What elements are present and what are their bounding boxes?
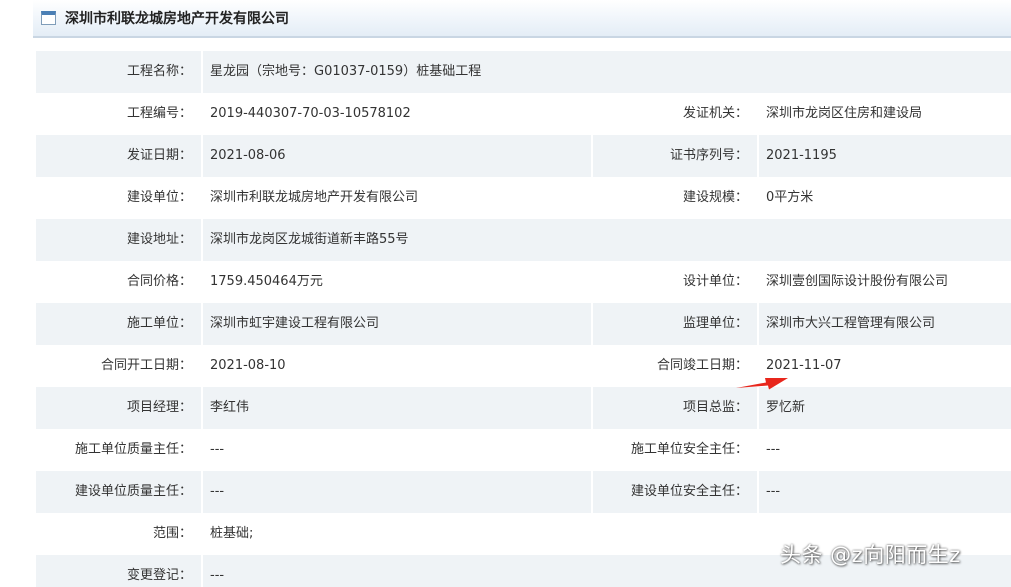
field-value: ---	[210, 484, 225, 499]
field-value: ---	[766, 484, 781, 499]
field-label: 施工单位安全主任：	[630, 442, 748, 457]
field-label: 合同开工日期：	[100, 358, 192, 373]
cell-divider	[201, 471, 203, 513]
table-row: 工程编号： 2019-440307-70-03-10578102 发证机关： 深圳市龙…	[36, 93, 1011, 135]
watermark: 头条 @z向阳而生z	[780, 543, 961, 567]
table-row: 合同价格： 1759.450464万元 设计单位： 深圳壹创国际设计股份有限公司	[36, 261, 1011, 303]
table-row: 建设单位质量主任： --- 建设单位安全主任： ---	[36, 471, 1011, 513]
field-label: 监理单位：	[682, 316, 748, 331]
field-label: 项目经理：	[126, 400, 192, 415]
field-label: 范围：	[152, 526, 192, 541]
cell-divider	[757, 135, 759, 177]
field-label	[592, 219, 748, 261]
table-row: 施工单位： 深圳市虹宇建设工程有限公司 监理单位： 深圳市大兴工程管理有限公司	[36, 303, 1011, 345]
cell-divider	[201, 135, 203, 177]
field-label: 变更登记：	[126, 568, 192, 583]
field-label: 合同竣工日期：	[656, 358, 748, 373]
cell-divider	[201, 387, 203, 429]
field-value: ---	[210, 568, 225, 583]
field-value: 深圳壹创国际设计股份有限公司	[766, 274, 949, 289]
project-info-table: 工程名称： 星龙园（宗地号：G01037-0159）桩基础工程工程编号： 2019-…	[36, 51, 1011, 587]
table-row: 工程名称： 星龙园（宗地号：G01037-0159）桩基础工程	[36, 51, 1011, 93]
field-label: 建设单位：	[126, 190, 192, 205]
field-label: 施工单位：	[126, 316, 192, 331]
field-label: 建设单位质量主任：	[74, 484, 192, 499]
field-value: 2021-08-06	[210, 148, 286, 163]
field-label: 证书序列号：	[669, 148, 748, 163]
company-title: 深圳市利联龙城房地产开发有限公司	[65, 11, 289, 27]
field-value: ---	[766, 442, 781, 457]
field-value: 星龙园（宗地号：G01037-0159）桩基础工程	[210, 64, 482, 79]
field-value: 桩基础;	[210, 526, 254, 541]
page-header: 深圳市利联龙城房地产开发有限公司	[33, 0, 1011, 38]
table-row: 建设单位： 深圳市利联龙城房地产开发有限公司 建设规模： 0平方米	[36, 177, 1011, 219]
field-value: 2019-440307-70-03-10578102	[210, 106, 411, 121]
table-row: 建设地址： 深圳市龙岗区龙城街道新丰路55号	[36, 219, 1011, 261]
red-arrow-icon	[736, 378, 788, 390]
field-label: 建设单位安全主任：	[630, 484, 748, 499]
cell-divider	[757, 471, 759, 513]
table-row: 项目经理： 李红伟 项目总监： 罗忆新	[36, 387, 1011, 429]
field-label: 发证日期：	[126, 148, 192, 163]
field-value: 深圳市虹宇建设工程有限公司	[210, 316, 380, 331]
cell-divider	[201, 51, 203, 93]
field-value: 深圳市利联龙城房地产开发有限公司	[210, 190, 419, 205]
cell-divider	[757, 303, 759, 345]
cell-divider	[201, 555, 203, 587]
field-value: 罗忆新	[766, 400, 806, 415]
field-value: 深圳市龙岗区住房和建设局	[766, 106, 923, 121]
field-value: 2021-1195	[766, 148, 837, 163]
field-label	[592, 513, 748, 555]
cell-divider	[201, 303, 203, 345]
field-value: 2021-08-10	[210, 358, 286, 373]
field-label	[592, 555, 748, 587]
field-label	[592, 51, 748, 93]
cell-divider	[201, 219, 203, 261]
field-label: 发证机关：	[682, 106, 748, 121]
field-value: 李红伟	[210, 400, 250, 415]
window-icon	[41, 11, 56, 25]
field-value: 深圳市大兴工程管理有限公司	[766, 316, 936, 331]
field-value: ---	[210, 442, 225, 457]
field-value: 0平方米	[766, 190, 814, 205]
field-label: 工程编号：	[126, 106, 192, 121]
cell-divider	[757, 387, 759, 429]
table-row: 发证日期： 2021-08-06 证书序列号： 2021-1195	[36, 135, 1011, 177]
field-label: 工程名称：	[126, 64, 192, 79]
field-label: 设计单位：	[682, 274, 748, 289]
field-value: 深圳市龙岗区龙城街道新丰路55号	[210, 232, 409, 247]
field-label: 合同价格：	[126, 274, 192, 289]
table-row: 合同开工日期： 2021-08-10 合同竣工日期： 2021-11-07	[36, 345, 1011, 387]
field-label: 施工单位质量主任：	[74, 442, 192, 457]
field-label: 项目总监：	[682, 400, 748, 415]
field-value: 1759.450464万元	[210, 274, 323, 289]
table-row: 施工单位质量主任： --- 施工单位安全主任： ---	[36, 429, 1011, 471]
field-label: 建设规模：	[682, 190, 748, 205]
field-label: 建设地址：	[126, 232, 192, 247]
